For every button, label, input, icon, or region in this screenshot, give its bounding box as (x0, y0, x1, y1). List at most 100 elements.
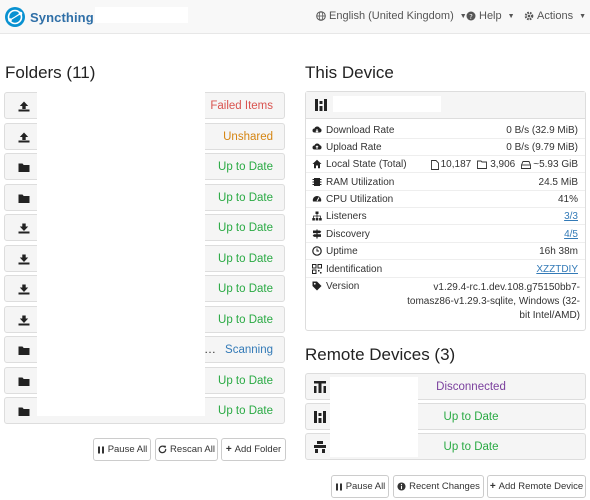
info-circle-icon (397, 482, 406, 491)
pause-all-devices-button[interactable]: Pause All (331, 475, 389, 498)
help-menu[interactable]: ? Help ▼ (466, 10, 515, 22)
identification-label: Identification (326, 264, 383, 275)
folder-status: Failed Items (210, 100, 273, 112)
refresh-icon (158, 445, 167, 454)
add-folder-label: Add Folder (234, 444, 282, 455)
pause-all-label: Pause All (345, 481, 386, 492)
listeners-row: Listeners 3/3 (306, 208, 585, 225)
cloud-download-icon (312, 126, 322, 133)
folder-status: Scanning (225, 344, 273, 356)
redacted-remote-device-names (330, 377, 418, 457)
local-state-label: Local State (Total) (326, 159, 407, 170)
hdd-icon (521, 160, 532, 169)
folder-status: Up to Date (218, 405, 273, 417)
identification-row: Identification XZZTDIY (306, 261, 585, 278)
sitemap-icon (312, 211, 322, 221)
download-icon (18, 223, 30, 234)
upload-rate-label: Upload Rate (326, 142, 382, 153)
add-folder-button[interactable]: + Add Folder (221, 438, 286, 461)
listeners-link[interactable]: 3/3 (564, 211, 578, 222)
this-device-header[interactable] (306, 92, 585, 119)
pause-icon (335, 483, 342, 490)
folder-open-icon (477, 160, 488, 169)
redacted-folder-names (37, 90, 205, 416)
device-identicon-icon (314, 441, 326, 453)
language-menu[interactable]: English (United Kingdom) ▼ (316, 10, 467, 22)
recent-changes-button[interactable]: Recent Changes (393, 475, 484, 498)
download-icon (18, 315, 30, 326)
local-state-row: Local State (Total) 10,187 3,906 ~5.93 G… (306, 156, 585, 173)
scanning-ellipsis: … (204, 342, 216, 356)
folder-status: Up to Date (218, 374, 273, 387)
add-remote-device-label: Add Remote Device (498, 481, 584, 492)
folder-status: Up to Date (218, 191, 273, 204)
brand-name: Syncthing (30, 9, 94, 25)
pause-all-label: Pause All (107, 444, 148, 455)
this-device-panel: Download Rate 0 B/s (32.9 MiB) Upload Ra… (305, 91, 586, 331)
remote-device-status: Disconnected (436, 381, 506, 393)
upload-rate-row: Upload Rate 0 B/s (9.79 MiB) (306, 139, 585, 156)
folder-status: Unshared (223, 130, 273, 143)
svg-text:?: ? (469, 13, 473, 21)
cpu-value: 41% (557, 194, 578, 205)
folder-status: Up to Date (218, 222, 273, 234)
discovery-link[interactable]: 4/5 (564, 229, 578, 240)
uptime-row: Uptime 16h 38m (306, 243, 585, 260)
file-icon (430, 159, 439, 170)
remote-device-status: Up to Date (443, 441, 499, 453)
microchip-icon (312, 178, 322, 186)
actions-menu[interactable]: Actions ▼ (524, 10, 586, 22)
version-label: Version (326, 281, 360, 292)
local-state-values: 10,187 3,906 ~5.93 GiB (430, 159, 578, 170)
device-identicon-icon (314, 381, 326, 393)
redacted-device-title (95, 7, 188, 23)
folder-status: Up to Date (218, 252, 273, 265)
cpu-row: CPU Utilization 41% (306, 191, 585, 208)
folder-icon (18, 345, 30, 356)
discovery-row: Discovery 4/5 (306, 226, 585, 243)
redacted-device-name (333, 96, 441, 112)
brand[interactable]: Syncthing (4, 6, 94, 28)
tag-icon (312, 281, 322, 291)
pause-icon (97, 446, 104, 453)
language-label: English (United Kingdom) (329, 10, 454, 22)
ram-value: 24.5 MiB (538, 177, 578, 188)
remote-device-status: Up to Date (443, 411, 499, 423)
upload-icon (18, 101, 30, 112)
remote-devices-heading: Remote Devices (3) (305, 345, 456, 364)
upload-icon (18, 132, 30, 143)
folder-icon (18, 376, 30, 387)
chevron-down-icon: ▼ (507, 12, 515, 20)
ram-row: RAM Utilization 24.5 MiB (306, 174, 585, 191)
listeners-label: Listeners (326, 211, 367, 222)
cpu-label: CPU Utilization (326, 194, 394, 205)
download-icon (18, 284, 30, 295)
folder-icon (18, 193, 30, 204)
pause-all-folders-button[interactable]: Pause All (93, 438, 151, 461)
device-identicon-icon (314, 411, 326, 423)
help-label: Help (479, 10, 502, 22)
clock-icon (312, 246, 322, 256)
question-circle-icon: ? (466, 11, 476, 21)
add-remote-device-button[interactable]: + Add Remote Device (487, 475, 586, 498)
syncthing-logo-icon (5, 7, 25, 27)
rescan-all-button[interactable]: Rescan All (155, 438, 218, 461)
local-dirs-count: 3,906 (490, 159, 516, 170)
download-rate-row: Download Rate 0 B/s (32.9 MiB) (306, 122, 585, 139)
discovery-label: Discovery (326, 229, 370, 240)
upload-rate-value: 0 B/s (9.79 MiB) (506, 142, 578, 153)
folder-status: Up to Date (218, 161, 273, 173)
plus-icon: + (225, 444, 232, 455)
cloud-upload-icon (312, 143, 322, 150)
qrcode-icon (312, 264, 322, 274)
download-icon (18, 254, 30, 265)
gear-icon (524, 11, 534, 21)
signpost-icon (312, 229, 322, 239)
folder-icon (18, 162, 30, 173)
globe-icon (316, 11, 326, 21)
recent-changes-label: Recent Changes (409, 481, 480, 492)
rescan-all-label: Rescan All (170, 444, 215, 455)
local-files-count: 10,187 (440, 159, 472, 170)
device-id-link[interactable]: XZZTDIY (536, 264, 578, 275)
folder-status: Up to Date (218, 313, 273, 326)
